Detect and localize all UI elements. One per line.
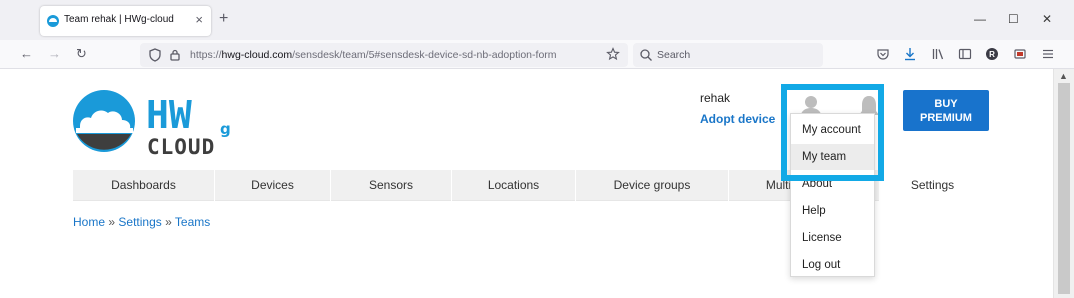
menu-item-dashboards[interactable]: Dashboards	[73, 170, 215, 201]
menu-item-settings[interactable]: Settings	[879, 170, 987, 201]
scrollbar-thumb[interactable]	[1058, 83, 1070, 294]
search-input[interactable]: Search	[657, 49, 690, 61]
breadcrumb-separator: »	[165, 215, 172, 229]
forward-button[interactable]: →	[48, 46, 61, 62]
svg-text:HW: HW	[146, 93, 192, 137]
svg-text:R: R	[989, 50, 995, 59]
scroll-up-arrow-icon[interactable]: ▲	[1059, 71, 1068, 81]
tab-close-icon[interactable]: ×	[195, 13, 203, 27]
lock-icon[interactable]	[168, 48, 182, 62]
back-button[interactable]: ←	[20, 46, 33, 62]
sidebar-icon[interactable]	[958, 47, 972, 61]
dropdown-item-license[interactable]: License	[791, 225, 874, 251]
close-window-button[interactable]: ✕	[1042, 12, 1052, 26]
nav-toolbar: ← → ↻ https://hwg-cloud.com/sensdesk/tea…	[0, 40, 1074, 69]
hamburger-menu-icon[interactable]	[1041, 47, 1055, 61]
menu-item-device-groups[interactable]: Device groups	[576, 170, 729, 201]
buy-premium-button[interactable]: BUY PREMIUM	[903, 90, 989, 131]
search-icon	[640, 49, 652, 61]
reload-button[interactable]: ↻	[76, 46, 87, 62]
breadcrumb-settings[interactable]: Settings	[118, 215, 161, 229]
tab-strip: Team rehak | HWg-cloud × + — ☐ ✕	[0, 0, 1074, 40]
dropdown-item-help[interactable]: Help	[791, 198, 874, 224]
shield-icon[interactable]	[148, 48, 162, 62]
bookmark-star-icon[interactable]	[606, 47, 620, 61]
download-icon[interactable]	[903, 47, 917, 61]
username-label: rehak	[700, 91, 731, 105]
url-bar[interactable]: https://hwg-cloud.com/sensdesk/team/5#se…	[140, 43, 628, 67]
hwg-favicon-icon	[47, 15, 59, 27]
breadcrumb: Home » Settings » Teams	[73, 215, 210, 229]
browser-tab[interactable]: Team rehak | HWg-cloud ×	[40, 6, 211, 36]
tab-title: Team rehak | HWg-cloud	[64, 14, 174, 25]
library-icon[interactable]	[931, 47, 945, 61]
browser-window: Team rehak | HWg-cloud × + — ☐ ✕ ← → ↻ h…	[0, 0, 1074, 298]
extension-icon[interactable]	[1013, 47, 1027, 61]
profile-avatar-icon[interactable]: R	[985, 47, 999, 61]
new-tab-button[interactable]: +	[219, 10, 228, 28]
svg-text:g: g	[220, 120, 231, 138]
breadcrumb-teams[interactable]: Teams	[175, 215, 210, 229]
page-content: HW g CLOUD rehak Adopt device BUY PREMIU…	[0, 70, 1053, 298]
minimize-button[interactable]: —	[974, 12, 986, 26]
menu-item-locations[interactable]: Locations	[452, 170, 576, 201]
breadcrumb-separator: »	[108, 215, 116, 229]
menu-item-devices[interactable]: Devices	[215, 170, 331, 201]
url-text: https://hwg-cloud.com/sensdesk/team/5#se…	[190, 49, 557, 61]
highlight-box	[781, 84, 884, 181]
hwg-cloud-logo[interactable]: HW g CLOUD	[72, 86, 242, 156]
pocket-icon[interactable]	[876, 47, 890, 61]
maximize-button[interactable]: ☐	[1008, 12, 1019, 26]
dropdown-item-log-out[interactable]: Log out	[791, 252, 874, 278]
menu-item-sensors[interactable]: Sensors	[331, 170, 452, 201]
breadcrumb-home[interactable]: Home	[73, 215, 105, 229]
page-scrollbar[interactable]: ▲	[1053, 69, 1074, 298]
svg-text:CLOUD: CLOUD	[147, 135, 215, 156]
adopt-device-link[interactable]: Adopt device	[700, 112, 775, 126]
search-bar[interactable]: Search	[633, 43, 823, 67]
